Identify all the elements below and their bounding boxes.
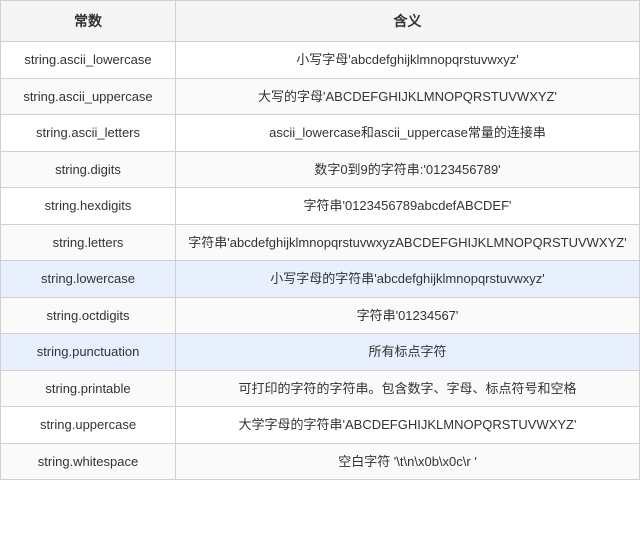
table-row: string.ascii_lowercase小写字母'abcdefghijklm…	[1, 42, 640, 79]
table-row: string.hexdigits字符串'0123456789abcdefABCD…	[1, 188, 640, 225]
table-row: string.punctuation所有标点字符	[1, 334, 640, 371]
constant-name: string.ascii_letters	[1, 115, 176, 152]
header-meaning: 含义	[176, 1, 640, 42]
constant-meaning: 小写字母的字符串'abcdefghijklmnopqrstuvwxyz'	[176, 261, 640, 298]
constant-name: string.letters	[1, 224, 176, 261]
constant-name: string.ascii_uppercase	[1, 78, 176, 115]
constant-name: string.octdigits	[1, 297, 176, 334]
table-row: string.ascii_lettersascii_lowercase和asci…	[1, 115, 640, 152]
table-row: string.digits数字0到9的字符串:'0123456789'	[1, 151, 640, 188]
constant-name: string.printable	[1, 370, 176, 407]
table-row: string.whitespace空白字符 '\t\n\x0b\x0c\r '	[1, 443, 640, 480]
constant-name: string.hexdigits	[1, 188, 176, 225]
constant-meaning: 小写字母'abcdefghijklmnopqrstuvwxyz'	[176, 42, 640, 79]
constant-meaning: 数字0到9的字符串:'0123456789'	[176, 151, 640, 188]
constant-meaning: 字符串'01234567'	[176, 297, 640, 334]
table-row: string.printable可打印的字符的字符串。包含数字、字母、标点符号和…	[1, 370, 640, 407]
constant-name: string.lowercase	[1, 261, 176, 298]
constant-meaning: 大学字母的字符串'ABCDEFGHIJKLMNOPQRSTUVWXYZ'	[176, 407, 640, 444]
table-row: string.letters字符串'abcdefghijklmnopqrstuv…	[1, 224, 640, 261]
constant-meaning: 可打印的字符的字符串。包含数字、字母、标点符号和空格	[176, 370, 640, 407]
constant-meaning: 字符串'0123456789abcdefABCDEF'	[176, 188, 640, 225]
constant-meaning: 字符串'abcdefghijklmnopqrstuvwxyzABCDEFGHIJ…	[176, 224, 640, 261]
table-row: string.octdigits字符串'01234567'	[1, 297, 640, 334]
header-constant: 常数	[1, 1, 176, 42]
constant-meaning: ascii_lowercase和ascii_uppercase常量的连接串	[176, 115, 640, 152]
constant-name: string.uppercase	[1, 407, 176, 444]
constants-table: 常数 含义 string.ascii_lowercase小写字母'abcdefg…	[0, 0, 640, 480]
constant-name: string.punctuation	[1, 334, 176, 371]
constant-name: string.whitespace	[1, 443, 176, 480]
table-row: string.uppercase大学字母的字符串'ABCDEFGHIJKLMNO…	[1, 407, 640, 444]
constant-meaning: 所有标点字符	[176, 334, 640, 371]
table-row: string.lowercase小写字母的字符串'abcdefghijklmno…	[1, 261, 640, 298]
constant-meaning: 大写的字母'ABCDEFGHIJKLMNOPQRSTUVWXYZ'	[176, 78, 640, 115]
constant-name: string.ascii_lowercase	[1, 42, 176, 79]
constant-meaning: 空白字符 '\t\n\x0b\x0c\r '	[176, 443, 640, 480]
table-row: string.ascii_uppercase大写的字母'ABCDEFGHIJKL…	[1, 78, 640, 115]
constant-name: string.digits	[1, 151, 176, 188]
